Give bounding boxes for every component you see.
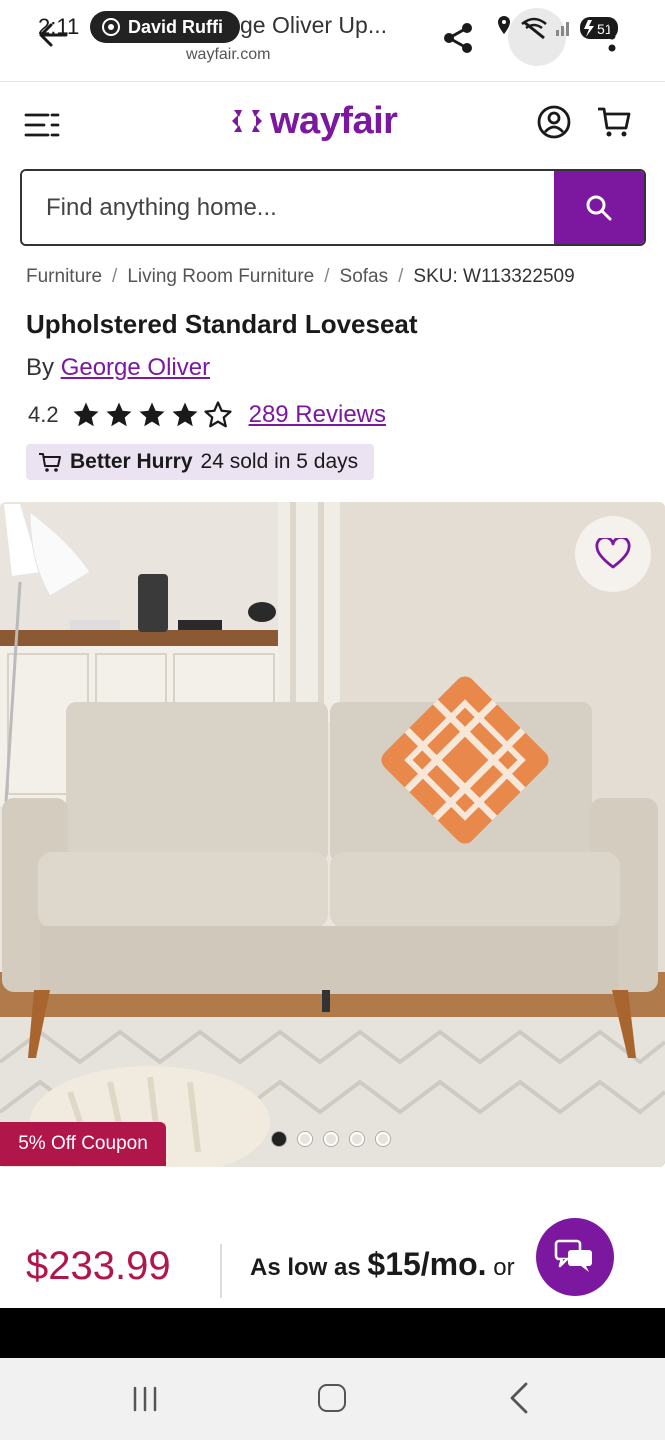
- star-filled-icon: [139, 402, 165, 427]
- rating-row: 4.2 289 Reviews: [28, 398, 386, 432]
- record-icon: [102, 18, 120, 36]
- carousel-dot[interactable]: [272, 1132, 286, 1146]
- star-filled-icon: [106, 402, 132, 427]
- status-time: 2:11: [38, 14, 80, 39]
- breadcrumb-item-sofas[interactable]: Sofas: [340, 266, 389, 288]
- search-bar: [20, 169, 646, 246]
- logo-mark-icon: [232, 110, 262, 132]
- screen-record-pill[interactable]: David Ruffi: [90, 11, 240, 43]
- financing-amount: $15/mo.: [367, 1246, 487, 1282]
- chat-button[interactable]: [536, 1218, 614, 1296]
- search-button[interactable]: [554, 171, 644, 244]
- recent-apps-icon[interactable]: [130, 1386, 160, 1412]
- loveseat-photo: [0, 502, 665, 1167]
- price: $233.99: [26, 1244, 171, 1288]
- breadcrumb-separator: /: [398, 266, 404, 287]
- financing-text: As low as $15/mo. or: [250, 1246, 515, 1283]
- browser-url[interactable]: wayfair.com: [186, 46, 270, 64]
- share-icon[interactable]: [440, 20, 476, 56]
- product-title: Upholstered Standard Loveseat: [26, 309, 418, 339]
- price-divider: [220, 1244, 222, 1298]
- site-header: wayfair: [0, 90, 665, 156]
- bottom-black-bar: [0, 1308, 665, 1358]
- search-icon: [586, 195, 612, 220]
- android-nav-bar: [0, 1358, 665, 1440]
- search-input[interactable]: [22, 171, 554, 244]
- carousel-dots: [272, 1132, 390, 1146]
- financing-prefix: As low as: [250, 1254, 361, 1281]
- brand-prefix: By: [26, 354, 55, 381]
- coupon-badge: 5% Off Coupon: [0, 1122, 166, 1166]
- cart-icon[interactable]: [596, 104, 632, 140]
- hurry-label: Better Hurry: [70, 450, 193, 473]
- financing-or: or: [493, 1254, 515, 1281]
- star-filled-icon: [73, 402, 99, 427]
- browser-bar: 2:11 David Ruffi ge Oliver Up... wayfair…: [0, 0, 665, 82]
- heart-icon: [595, 538, 631, 569]
- better-hurry-badge: Better Hurry 24 sold in 5 days: [26, 444, 375, 480]
- nav-back-icon[interactable]: [506, 1382, 532, 1414]
- breadcrumb-item-living-room[interactable]: Living Room Furniture: [127, 266, 314, 288]
- favorite-button[interactable]: [575, 516, 651, 592]
- product-image[interactable]: [0, 502, 665, 1167]
- breadcrumb-item-furniture[interactable]: Furniture: [26, 266, 102, 288]
- reviews-link[interactable]: 289 Reviews: [249, 401, 386, 429]
- account-icon[interactable]: [536, 104, 572, 140]
- rating-value: 4.2: [28, 402, 59, 427]
- star-rating: [71, 400, 233, 430]
- chat-icon: [554, 1239, 592, 1272]
- breadcrumb-sku: SKU: W113322509: [413, 266, 575, 287]
- brand-line: By George Oliver: [26, 354, 210, 382]
- wayfair-logo[interactable]: wayfair: [230, 98, 398, 144]
- brand-link[interactable]: George Oliver: [61, 354, 210, 381]
- more-menu-icon[interactable]: [606, 18, 618, 54]
- menu-icon[interactable]: [24, 112, 60, 138]
- star-empty-icon: [203, 401, 232, 428]
- hurry-text: 24 sold in 5 days: [200, 450, 359, 473]
- breadcrumb-separator: /: [324, 266, 330, 287]
- home-icon[interactable]: [318, 1384, 346, 1412]
- cart-icon: [39, 453, 61, 472]
- browser-page-title[interactable]: ge Oliver Up...: [240, 12, 387, 39]
- carousel-dot[interactable]: [350, 1132, 364, 1146]
- carousel-dot[interactable]: [376, 1132, 390, 1146]
- logo-text: wayfair: [270, 99, 398, 142]
- breadcrumb: Furniture / Living Room Furniture / Sofa…: [26, 266, 575, 288]
- carousel-dot[interactable]: [298, 1132, 312, 1146]
- breadcrumb-separator: /: [112, 266, 118, 287]
- carousel-dot[interactable]: [324, 1132, 338, 1146]
- cast-label: David Ruffi: [128, 16, 224, 37]
- star-filled-icon: [172, 402, 198, 427]
